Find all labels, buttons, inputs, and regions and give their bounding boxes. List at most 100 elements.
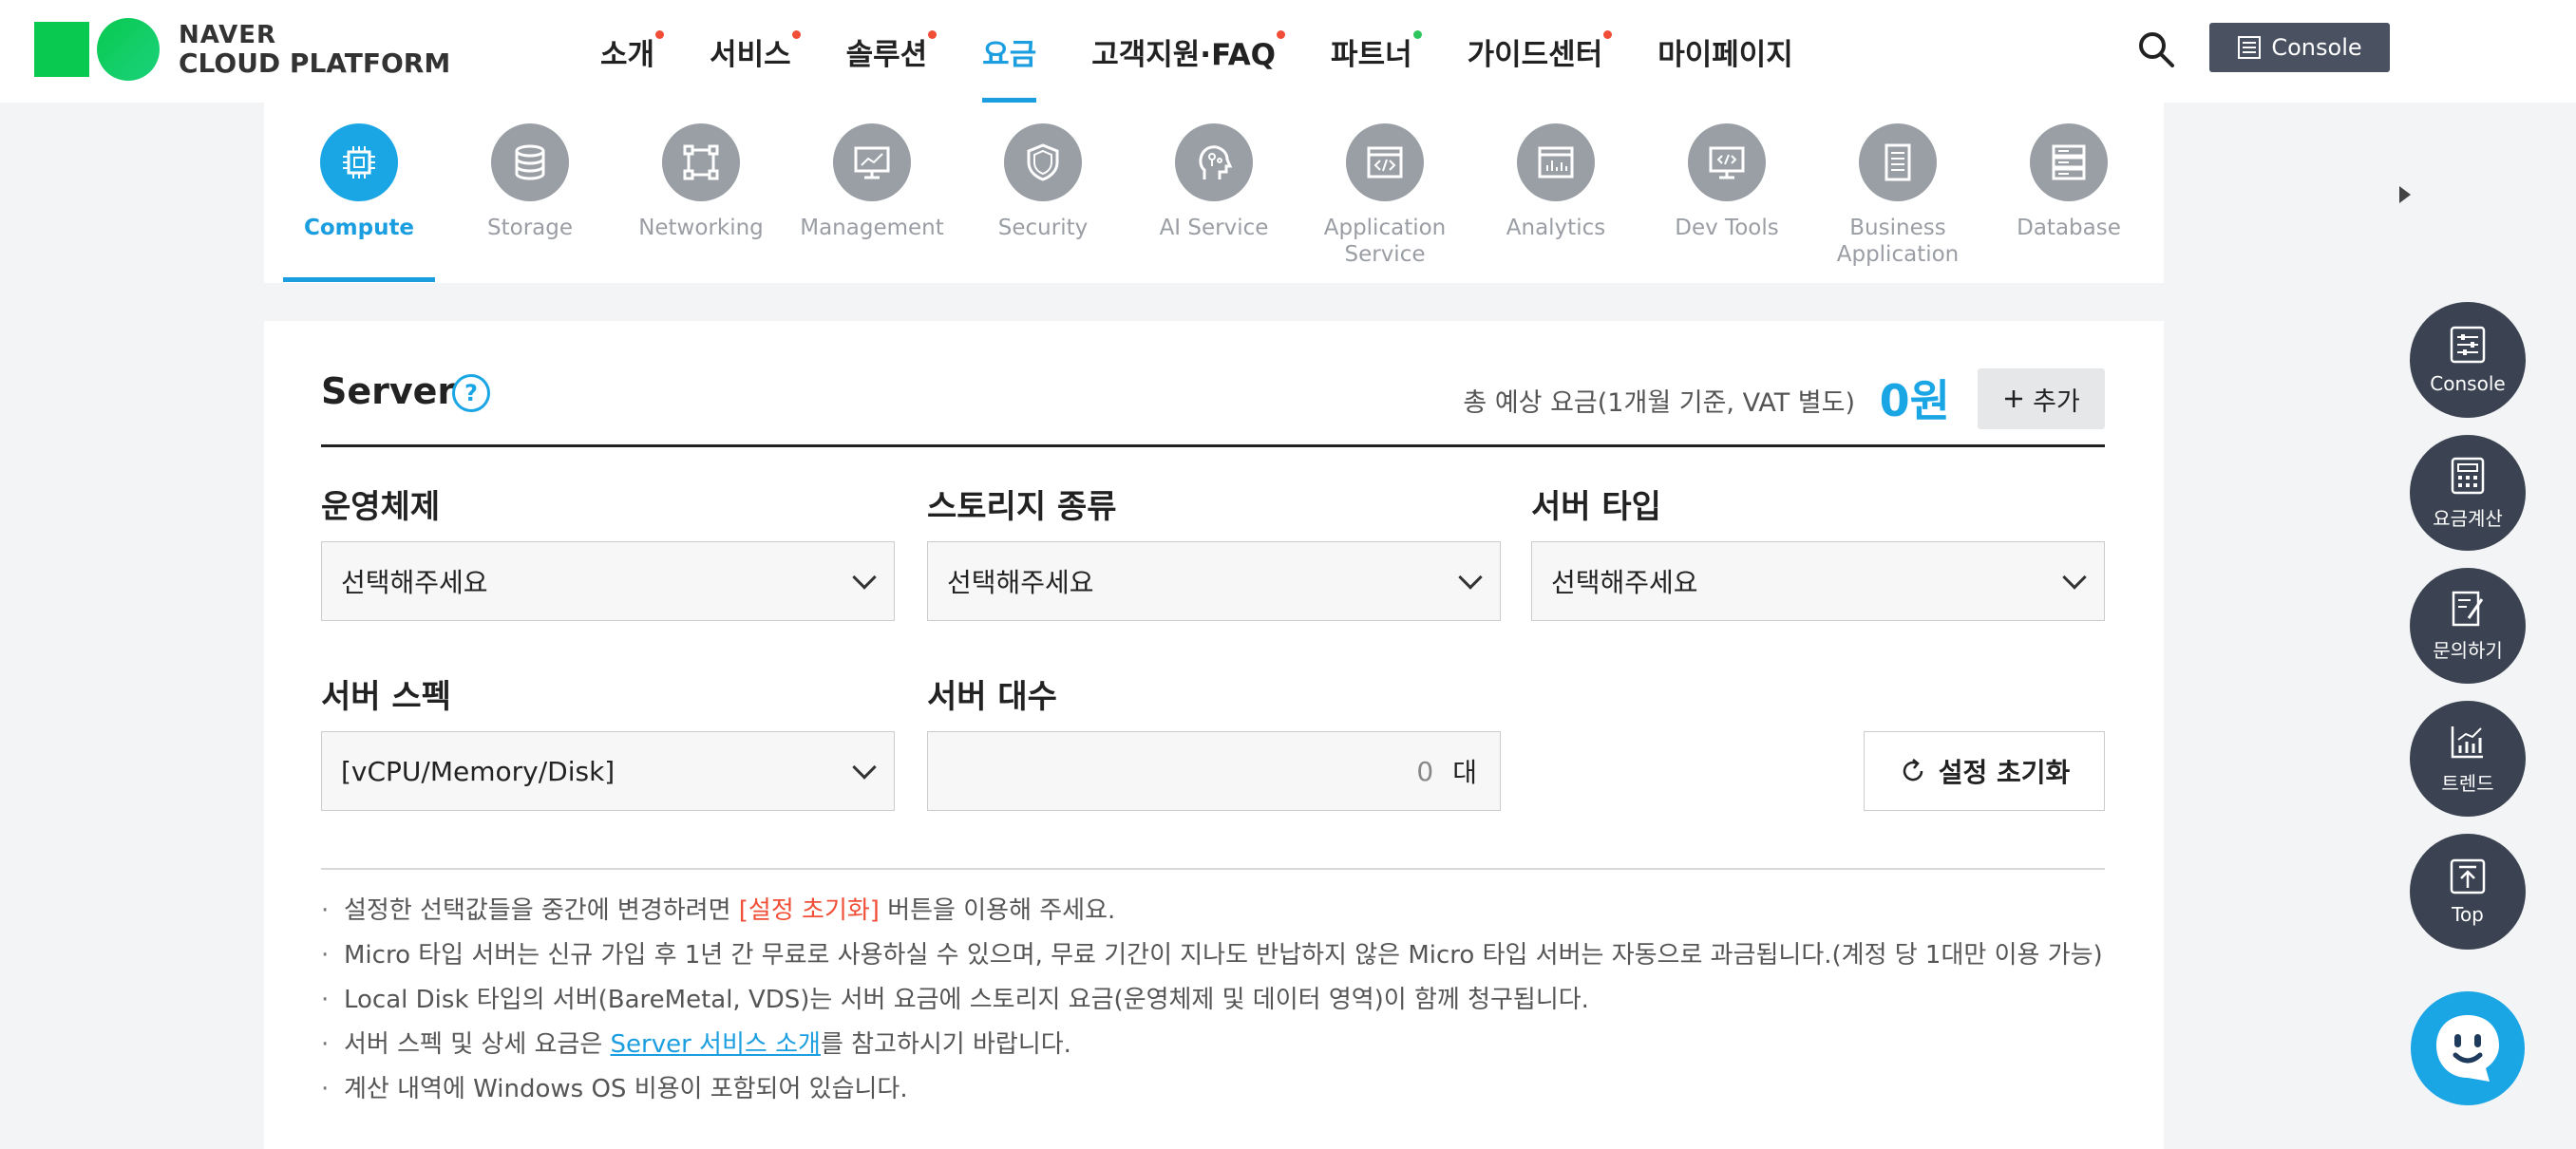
chevron-down-icon — [852, 755, 877, 780]
server-rack-icon — [2030, 123, 2108, 201]
tab-application-service[interactable]: Application Service — [1299, 123, 1470, 268]
float-console-label: Console — [2430, 372, 2506, 395]
nav-label: 요금 — [982, 37, 1037, 72]
chatbot-button[interactable] — [2411, 991, 2525, 1105]
edit-note-icon — [2452, 591, 2484, 626]
tab-database[interactable]: Database — [1983, 123, 2154, 241]
shield-icon — [1004, 123, 1082, 201]
note-item: Local Disk 타입의 서버(BareMetal, VDS)는 서버 요금… — [321, 978, 2105, 1023]
console-list-icon — [2238, 36, 2262, 59]
console-button[interactable]: Console — [2209, 23, 2390, 72]
nav-item-services[interactable]: 서비스 — [710, 0, 801, 103]
total-estimate-value: 0원 — [1879, 375, 1950, 426]
new-dot — [1412, 30, 1422, 39]
server-type-label: 서버 타입 — [1531, 488, 1661, 526]
note-text: 서버 스펙 및 상세 요금은 — [344, 1030, 611, 1059]
tab-label: Compute — [303, 216, 415, 240]
note-highlight: [설정 초기화] — [738, 896, 880, 925]
search-icon[interactable] — [2135, 28, 2177, 70]
document-icon — [1859, 123, 1937, 201]
float-trend-button[interactable]: 트렌드 — [2410, 701, 2526, 817]
logo-square — [34, 22, 89, 77]
server-count-label: 서버 대수 — [927, 678, 1057, 716]
tab-storage[interactable]: Storage — [445, 123, 616, 241]
tab-business-application[interactable]: Business Application — [1812, 123, 1983, 268]
nav-item-pricing[interactable]: 요금 — [982, 0, 1037, 103]
chevron-down-icon — [852, 565, 877, 590]
chevron-down-icon — [1458, 565, 1483, 590]
server-count-input[interactable]: 0 대 — [927, 731, 1501, 811]
nav-item-intro[interactable]: 소개 — [600, 0, 665, 103]
float-calculator-button[interactable]: 요금계산 — [2410, 435, 2526, 551]
code-window-icon — [1346, 123, 1424, 201]
logo-line1: NAVER — [179, 21, 277, 49]
note-item: 설정한 선택값들을 중간에 변경하려면 [설정 초기화] 버튼을 이용해 주세요… — [321, 889, 2105, 933]
os-label: 운영체제 — [321, 488, 441, 526]
new-dot — [928, 30, 938, 39]
logo-line2: CLOUD PLATFORM — [179, 47, 451, 79]
storage-type-select[interactable]: 선택해주세요 — [927, 541, 1501, 621]
tab-management[interactable]: Management — [786, 123, 957, 241]
new-dot — [655, 30, 665, 39]
category-tabs: Compute Storage Networking Management Se… — [264, 103, 2411, 283]
naver-cloud-logo[interactable]: NAVER CLOUD PLATFORM — [34, 11, 450, 87]
ai-head-icon — [1175, 123, 1253, 201]
nav-label: 소개 — [600, 37, 655, 72]
tab-networking[interactable]: Networking — [616, 123, 786, 241]
tab-label: Business Application — [1836, 216, 1960, 267]
total-estimate-label: 총 예상 요금(1개월 기준, VAT 별도) — [1463, 388, 1855, 418]
console-label: Console — [2271, 34, 2362, 61]
os-select-value: 선택해주세요 — [341, 567, 488, 598]
tab-dev-tools[interactable]: Dev Tools — [1641, 123, 1812, 241]
top-header: NAVER CLOUD PLATFORM 소개 서비스 솔루션 요금 고객지원·… — [0, 0, 2576, 103]
add-button[interactable]: 추가 — [1978, 368, 2105, 429]
tab-analytics[interactable]: Analytics — [1470, 123, 1641, 241]
float-trend-label: 트렌드 — [2441, 771, 2494, 795]
float-top-label: Top — [2452, 903, 2484, 926]
notes-divider — [321, 868, 2105, 870]
nav-label: 솔루션 — [845, 37, 928, 72]
database-stack-icon — [491, 123, 569, 201]
tab-label: Application Service — [1323, 216, 1447, 267]
header-divider — [321, 444, 2105, 447]
nav-item-solutions[interactable]: 솔루션 — [845, 0, 938, 103]
tab-label: Analytics — [1506, 216, 1606, 240]
nav-item-mypage[interactable]: 마이페이지 — [1657, 0, 1793, 103]
tab-compute[interactable]: Compute — [274, 123, 445, 241]
server-type-select[interactable]: 선택해주세요 — [1531, 541, 2105, 621]
server-spec-select[interactable]: [vCPU/Memory/Disk] — [321, 731, 895, 811]
nav-label: 고객지원·FAQ — [1091, 37, 1277, 72]
help-icon[interactable]: ? — [452, 374, 490, 412]
dev-monitor-icon — [1688, 123, 1766, 201]
calculator-icon — [2451, 457, 2485, 494]
panel-title: Server — [321, 370, 456, 412]
nav-item-partner[interactable]: 파트너 — [1331, 0, 1422, 103]
server-intro-link[interactable]: Server 서비스 소개 — [611, 1030, 821, 1059]
monitor-chart-icon — [833, 123, 911, 201]
nav-item-guide[interactable]: 가이드센터 — [1467, 0, 1613, 103]
tab-label: Security — [997, 216, 1089, 240]
reset-settings-button[interactable]: 설정 초기화 — [1864, 731, 2105, 811]
scroll-right-arrow-icon[interactable] — [2399, 186, 2411, 203]
nav-label: 파트너 — [1331, 37, 1412, 72]
tab-security[interactable]: Security — [957, 123, 1128, 241]
note-item: 서버 스펙 및 상세 요금은 Server 서비스 소개를 참고하시기 바랍니다… — [321, 1023, 2105, 1067]
float-inquiry-button[interactable]: 문의하기 — [2410, 568, 2526, 684]
plus-icon — [2005, 390, 2023, 407]
console-sliders-icon — [2450, 326, 2486, 364]
nav-label: 가이드센터 — [1467, 37, 1603, 72]
server-spec-label: 서버 스펙 — [321, 678, 451, 716]
chip-icon — [320, 123, 398, 201]
logo-circle — [97, 18, 160, 81]
nav-item-support[interactable]: 고객지원·FAQ — [1091, 0, 1286, 103]
chevron-down-icon — [2062, 565, 2087, 590]
float-console-button[interactable]: Console — [2410, 302, 2526, 418]
chatbot-face-icon — [2436, 1015, 2499, 1082]
server-count-value: 0 — [1416, 755, 1434, 787]
note-item: Micro 타입 서버는 신규 가입 후 1년 간 무료로 사용하실 수 있으며… — [321, 933, 2105, 978]
float-top-button[interactable]: Top — [2410, 834, 2526, 950]
nav-label: 서비스 — [710, 37, 791, 72]
os-select[interactable]: 선택해주세요 — [321, 541, 895, 621]
tab-ai-service[interactable]: AI Service — [1128, 123, 1299, 241]
add-label: 추가 — [2033, 386, 2080, 417]
